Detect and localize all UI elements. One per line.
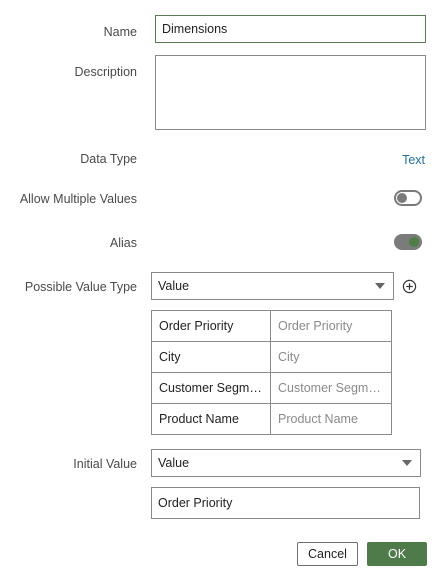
toggle-knob — [397, 193, 407, 203]
description-textarea[interactable] — [155, 55, 426, 130]
value-cell[interactable]: Customer Segment — [151, 372, 271, 404]
possible-value-type-label: Possible Value Type — [24, 280, 137, 294]
data-type-label: Data Type — [80, 152, 137, 166]
alias-input[interactable]: Order Priority — [270, 310, 392, 342]
name-input[interactable]: Dimensions — [155, 15, 426, 43]
toggle-knob — [409, 237, 419, 247]
chevron-down-icon — [375, 283, 385, 289]
table-row: City City — [151, 341, 392, 373]
initial-value-type-selected: Value — [158, 456, 190, 470]
alias-input[interactable]: City — [270, 341, 392, 373]
initial-value-input[interactable]: Order Priority — [151, 487, 420, 519]
description-label: Description — [74, 65, 137, 79]
initial-value-label: Initial Value — [73, 457, 137, 471]
value-cell[interactable]: Order Priority — [151, 310, 271, 342]
possible-value-type-select[interactable]: Value — [151, 272, 394, 300]
alias-label: Alias — [109, 236, 137, 250]
ok-button[interactable]: OK — [367, 542, 427, 566]
data-type-link[interactable]: Text — [402, 153, 425, 167]
allow-multiple-values-label: Allow Multiple Values — [19, 192, 137, 206]
alias-input[interactable]: Customer Segment — [270, 372, 392, 404]
possible-value-type-selected: Value — [158, 279, 190, 293]
initial-value-type-select[interactable]: Value — [151, 449, 421, 477]
allow-multiple-values-toggle[interactable] — [394, 190, 422, 206]
chevron-down-icon — [402, 460, 412, 466]
alias-toggle[interactable] — [394, 234, 422, 250]
table-row: Customer Segment Customer Segment — [151, 372, 392, 404]
value-cell[interactable]: Product Name — [151, 403, 271, 435]
cancel-button[interactable]: Cancel — [297, 542, 358, 566]
table-row: Order Priority Order Priority — [151, 310, 392, 342]
alias-input[interactable]: Product Name — [270, 403, 392, 435]
plus-circle-icon[interactable] — [402, 279, 417, 294]
possible-values-table: Order Priority Order Priority City City … — [151, 310, 392, 435]
name-label: Name — [103, 25, 137, 39]
value-cell[interactable]: City — [151, 341, 271, 373]
table-row: Product Name Product Name — [151, 403, 392, 435]
